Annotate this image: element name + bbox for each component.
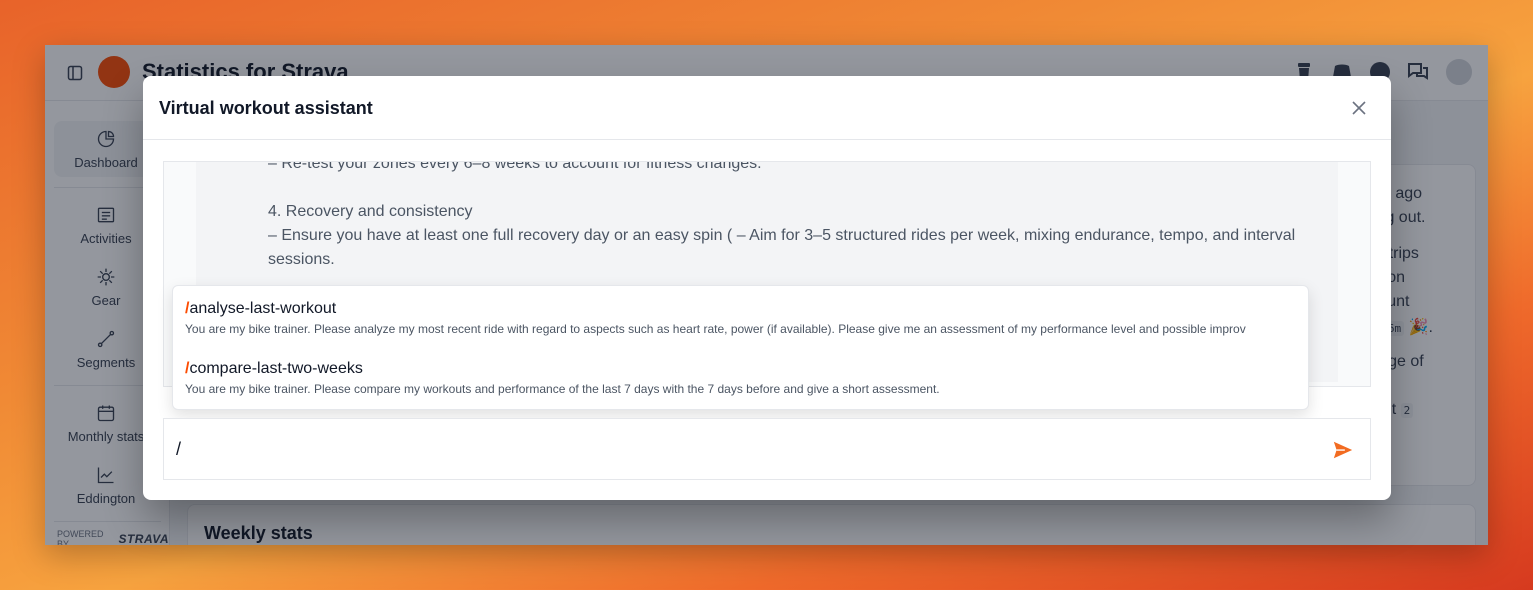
suggestion-description: You are my bike trainer. Please compare … <box>185 382 940 396</box>
message-line: – Ensure you have at least one full reco… <box>268 227 1296 244</box>
suggestion-compare-last-two-weeks[interactable]: /compare-last-two-weeks You are my bike … <box>185 360 1305 396</box>
message-line: – Re-test your zones every 6–8 weeks to … <box>268 161 762 172</box>
message-line: 4. Recovery and consistency <box>268 203 473 220</box>
modal-header: Virtual workout assistant <box>143 76 1391 140</box>
suggestion-command: /analyse-last-workout <box>185 300 337 317</box>
message-line: sessions. <box>268 251 335 268</box>
command-suggestions: /analyse-last-workout You are my bike tr… <box>172 285 1309 410</box>
modal-title: Virtual workout assistant <box>159 98 373 118</box>
suggestion-analyse-last-workout[interactable]: /analyse-last-workout You are my bike tr… <box>185 300 1305 336</box>
chat-input[interactable] <box>176 433 1316 465</box>
suggestion-description: You are my bike trainer. Please analyze … <box>185 322 1246 336</box>
close-icon[interactable] <box>1349 98 1369 118</box>
send-icon[interactable] <box>1332 439 1354 461</box>
suggestion-command: /compare-last-two-weeks <box>185 360 363 377</box>
workout-assistant-modal: Virtual workout assistant – Re-test your… <box>143 76 1391 500</box>
chat-input-area <box>163 418 1371 480</box>
